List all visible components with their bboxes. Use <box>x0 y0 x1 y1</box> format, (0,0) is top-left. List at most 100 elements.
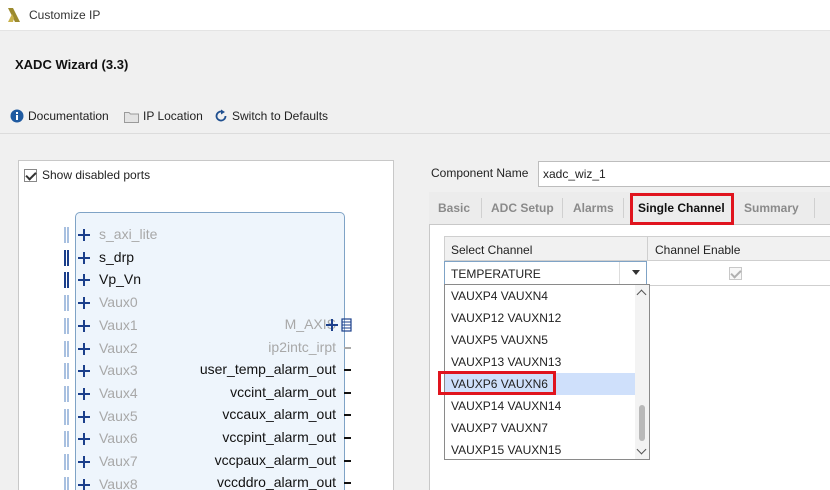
channel-enable-checkbox[interactable] <box>729 267 742 280</box>
port-connector-bar <box>64 227 69 243</box>
left-port-label: s_drp <box>99 248 135 265</box>
select-channel-header: Select Channel <box>451 243 533 257</box>
channel-option[interactable]: VAUXP4 VAUXN4 <box>445 285 635 307</box>
port-pin-line <box>344 391 351 394</box>
right-port-label: vccddro_alarm_out <box>216 474 336 490</box>
left-port-label: Vaux1 <box>99 316 138 333</box>
channel-enable-header: Channel Enable <box>655 243 741 257</box>
left-port-label: Vaux6 <box>99 430 138 447</box>
right-port-label: ip2intc_irpt <box>268 338 336 355</box>
expand-port-icon[interactable] <box>78 319 90 332</box>
scrollbar-thumb[interactable] <box>639 405 645 441</box>
port-pin-line <box>344 346 351 349</box>
window-titlebar: Customize IP <box>0 0 830 31</box>
port-connector-bar <box>64 476 69 490</box>
tab-divider <box>623 198 624 218</box>
channel-option[interactable]: VAUXP7 VAUXN7 <box>445 417 635 439</box>
show-disabled-ports-label: Show disabled ports <box>42 168 151 182</box>
bus-interface-icon[interactable] <box>326 318 352 332</box>
channel-option[interactable]: VAUXP12 VAUXN12 <box>445 307 635 329</box>
expand-port-icon[interactable] <box>78 410 90 423</box>
port-pin-line <box>344 482 351 485</box>
dropdown-divider <box>619 262 620 286</box>
left-port-label: Vaux8 <box>99 475 138 490</box>
switch-defaults-label: Switch to Defaults <box>232 109 329 123</box>
expand-port-icon[interactable] <box>78 387 90 400</box>
tab-adc-setup[interactable]: ADC Setup <box>491 201 554 215</box>
switch-defaults-button[interactable]: Switch to Defaults <box>214 109 328 123</box>
expand-port-icon[interactable] <box>78 251 90 264</box>
right-port-label: user_temp_alarm_out <box>199 361 336 378</box>
port-pin-line <box>344 369 351 372</box>
channel-option[interactable]: VAUXP14 VAUXN14 <box>445 395 635 417</box>
vivado-logo-icon <box>8 8 20 22</box>
expand-port-icon[interactable] <box>78 365 90 378</box>
chevron-down-icon[interactable] <box>632 270 640 275</box>
port-connector-bar <box>64 272 69 289</box>
page-title: XADC Wizard (3.3) <box>15 57 129 72</box>
port-pin-line <box>344 459 351 462</box>
right-port-label: vccpint_alarm_out <box>222 429 336 445</box>
left-port-label: s_axi_lite <box>99 226 158 242</box>
port-connector-bar <box>64 363 69 380</box>
single-channel-highlight <box>630 193 734 225</box>
toolbar: Documentation IP Location Switch to Defa… <box>0 100 830 134</box>
tab-basic[interactable]: Basic <box>438 201 470 215</box>
expand-port-icon[interactable] <box>78 456 90 468</box>
left-port-label: Vaux7 <box>99 453 138 469</box>
port-connector-bar <box>64 249 69 266</box>
tab-divider <box>481 198 482 218</box>
expand-port-icon[interactable] <box>78 229 90 241</box>
component-name-input[interactable]: xadc_wiz_1 <box>538 161 830 187</box>
tab-summary[interactable]: Summary <box>744 201 799 215</box>
channel-option[interactable]: VAUXP5 VAUXN5 <box>445 329 635 351</box>
option-highlight <box>438 371 556 395</box>
left-port-label: Vaux0 <box>99 294 138 311</box>
refresh-icon <box>215 109 227 122</box>
documentation-label: Documentation <box>28 109 109 123</box>
right-port-label: vccpaux_alarm_out <box>214 451 336 468</box>
port-connector-bar <box>64 408 69 425</box>
expand-port-icon[interactable] <box>78 433 90 446</box>
port-pin-line <box>344 414 351 417</box>
show-disabled-ports-checkbox[interactable] <box>24 168 37 182</box>
header-divider <box>647 237 648 261</box>
scroll-up-icon[interactable] <box>636 289 647 300</box>
folder-icon <box>124 111 139 123</box>
tab-divider <box>562 198 563 218</box>
ip-location-button[interactable]: IP Location <box>124 109 203 123</box>
port-connector-bar <box>64 295 69 312</box>
port-connector-bar <box>64 317 69 334</box>
window-title: Customize IP <box>29 8 101 22</box>
documentation-button[interactable]: Documentation <box>10 109 109 123</box>
expand-port-icon[interactable] <box>78 297 90 310</box>
channel-option[interactable]: VAUXP13 VAUXN13 <box>445 351 635 373</box>
dropdown-scrollbar[interactable] <box>635 285 649 459</box>
left-port-label: Vaux4 <box>99 384 138 401</box>
channel-table-header: Select Channel Channel Enable <box>444 236 830 261</box>
expand-port-icon[interactable] <box>78 478 90 490</box>
expand-port-icon[interactable] <box>78 342 90 355</box>
select-channel-dropdown[interactable]: TEMPERATURE <box>444 261 647 286</box>
tab-alarms[interactable]: Alarms <box>573 201 614 215</box>
port-connector-bar <box>64 454 69 470</box>
right-port-label: vccint_alarm_out <box>230 383 336 400</box>
expand-port-icon[interactable] <box>78 274 90 287</box>
left-port-label: Vp_Vn <box>99 271 142 288</box>
channel-option[interactable]: VAUXP15 VAUXN15 <box>445 439 635 461</box>
show-disabled-ports-toggle[interactable]: Show disabled ports <box>24 168 150 182</box>
left-port-label: Vaux5 <box>99 407 138 424</box>
component-name-label: Component Name <box>431 166 529 180</box>
ip-location-label: IP Location <box>143 109 203 123</box>
port-connector-bar <box>64 385 69 402</box>
right-port-label: vccaux_alarm_out <box>222 406 336 423</box>
port-pin-line <box>344 437 351 439</box>
info-icon <box>10 109 24 123</box>
left-port-label: Vaux2 <box>99 339 138 356</box>
port-connector-bar <box>64 431 69 448</box>
selected-channel-value: TEMPERATURE <box>451 267 541 281</box>
port-connector-bar <box>64 340 69 357</box>
tab-divider <box>814 198 815 218</box>
scroll-down-icon[interactable] <box>636 444 647 455</box>
left-port-label: Vaux3 <box>99 362 138 379</box>
